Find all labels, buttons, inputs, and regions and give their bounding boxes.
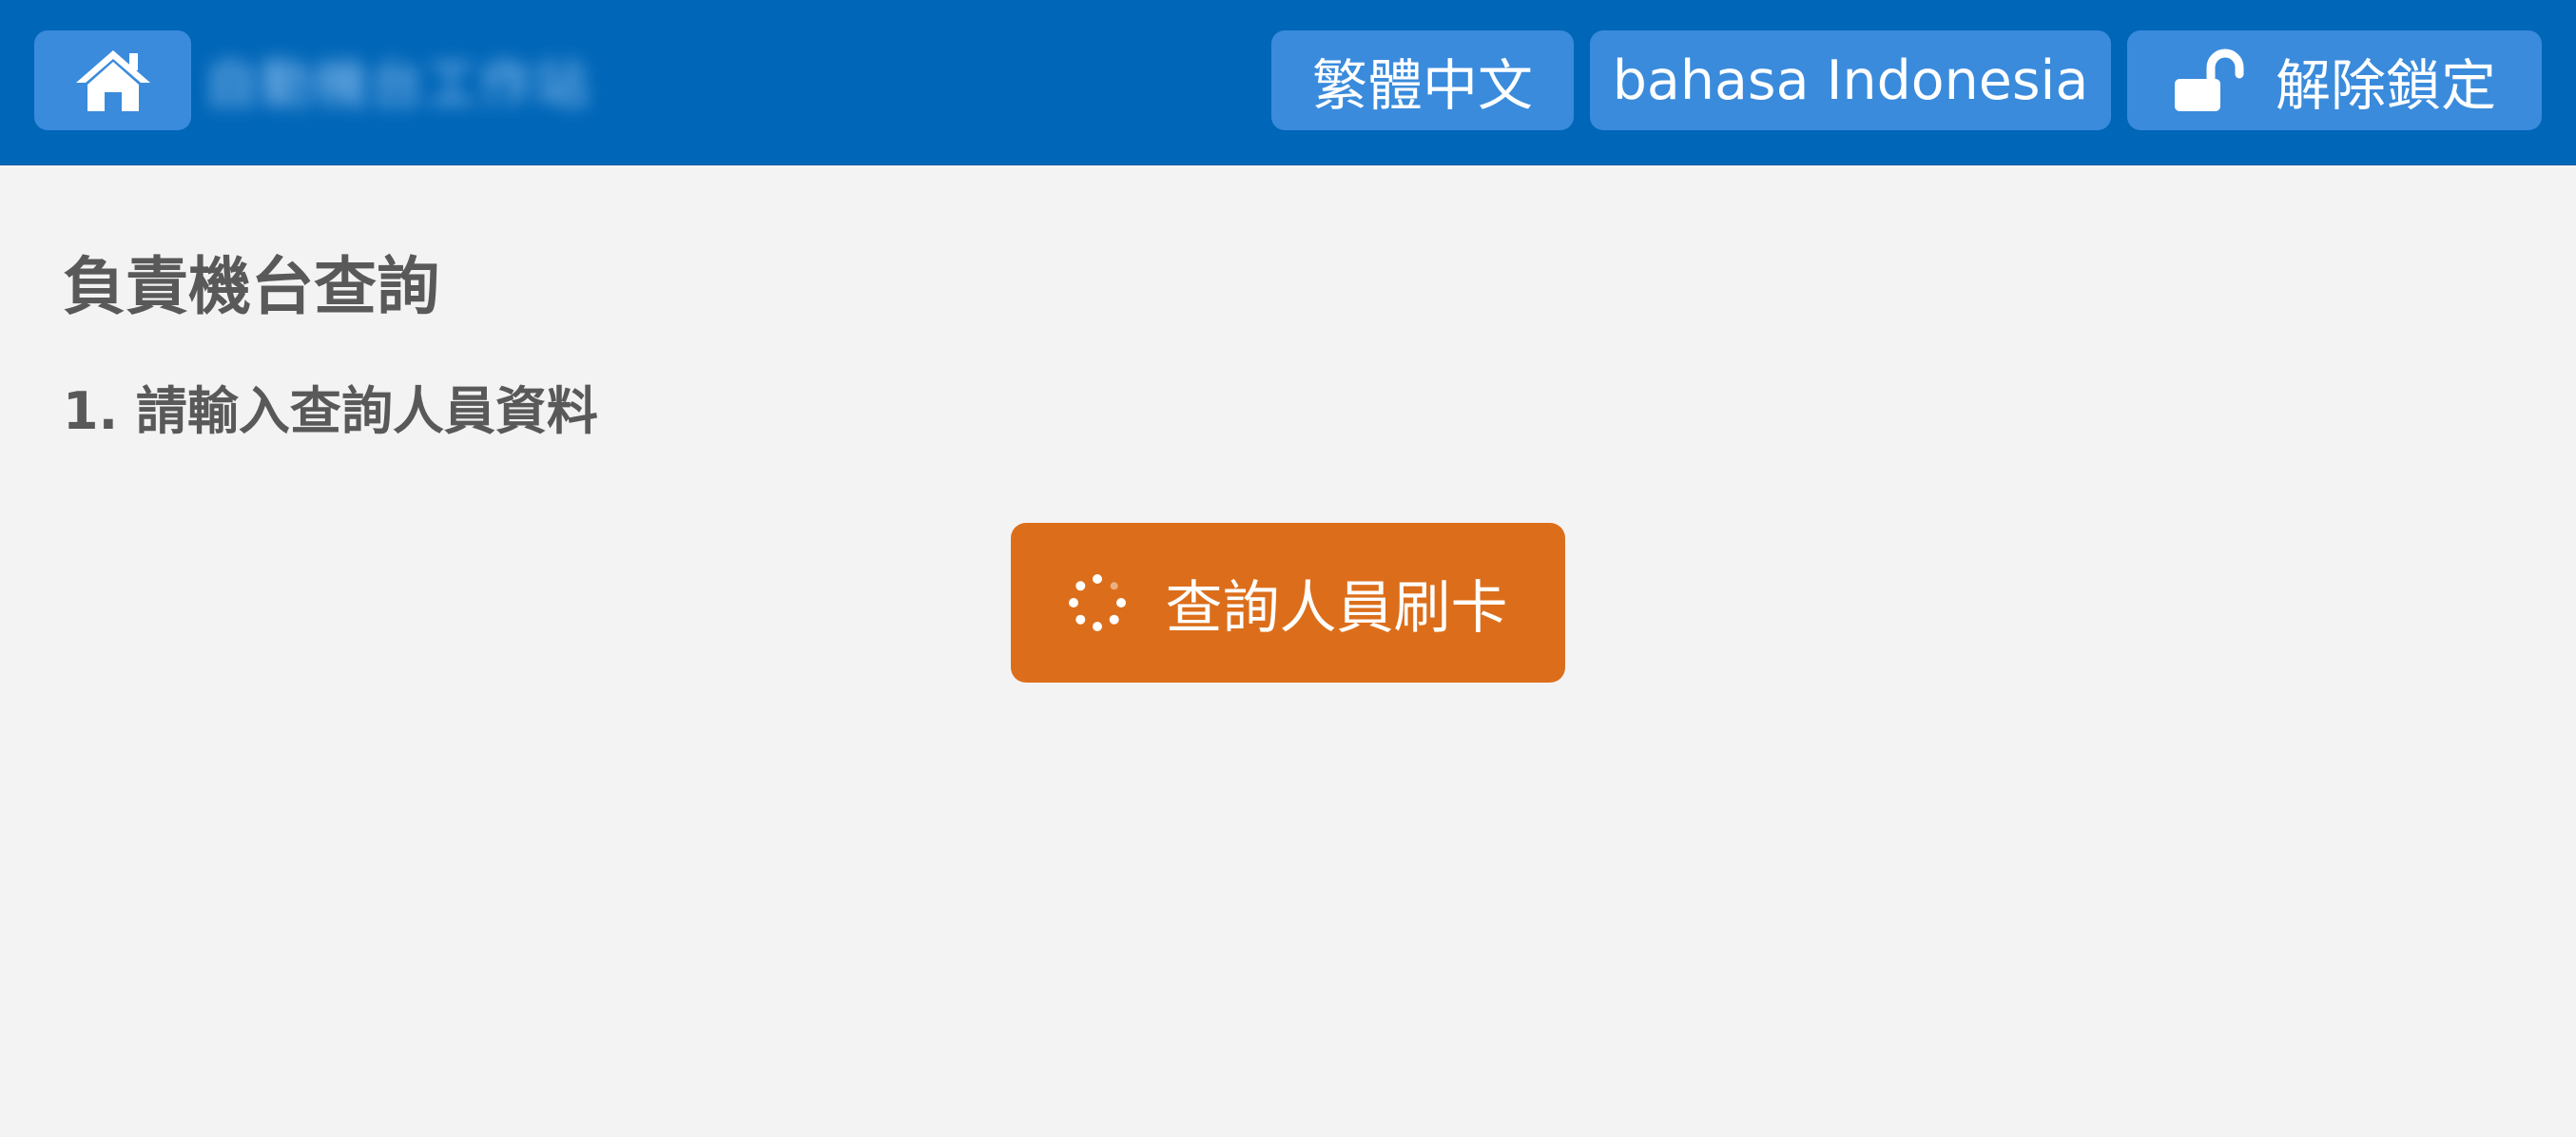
- step-instruction: 1. 請輸入查詢人員資料: [63, 381, 598, 441]
- spinner-icon: [1068, 574, 1126, 631]
- language-button-indonesian[interactable]: bahasa Indonesia: [1590, 30, 2111, 130]
- home-button[interactable]: [34, 30, 191, 130]
- unlock-label: 解除鎖定: [2275, 52, 2496, 118]
- site-title: 自動機台工作站: [204, 53, 591, 116]
- swipe-button-label: 查詢人員刷卡: [1165, 574, 1508, 642]
- page-title: 負責機台查詢: [63, 250, 439, 323]
- query-staff-card-swipe-button[interactable]: 查詢人員刷卡: [1011, 523, 1565, 683]
- top-navigation-bar: 自動機台工作站 繁體中文 bahasa Indonesia 解除鎖定: [0, 0, 2576, 165]
- language-button-traditional-chinese[interactable]: 繁體中文: [1271, 30, 1574, 130]
- home-icon: [74, 48, 152, 113]
- unlock-button[interactable]: 解除鎖定: [2127, 30, 2542, 130]
- unlock-icon: [2173, 47, 2247, 115]
